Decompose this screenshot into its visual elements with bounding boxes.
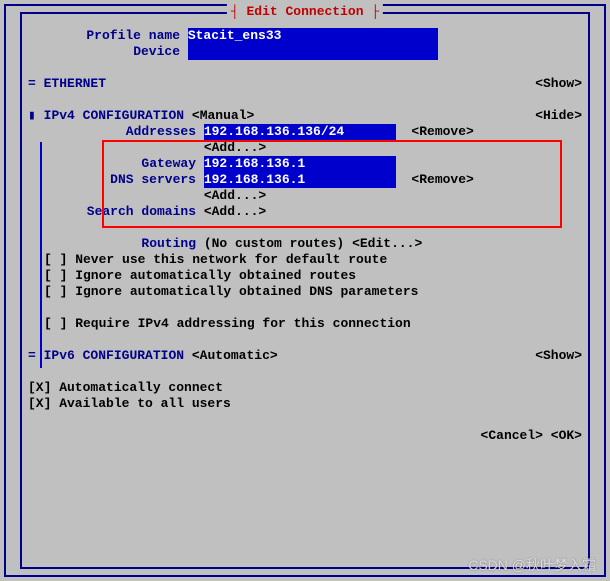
dns-remove[interactable]: <Remove> xyxy=(411,172,473,188)
ipv6-show[interactable]: <Show> xyxy=(535,348,582,364)
ipv4-hide[interactable]: <Hide> xyxy=(535,108,582,124)
cb-require-ipv4[interactable]: [ ] Require IPv4 addressing for this con… xyxy=(44,316,411,332)
gateway-input[interactable]: 192.168.136.1 xyxy=(204,156,396,172)
routing-label: Routing xyxy=(28,236,196,252)
device-label: Device xyxy=(28,44,180,60)
cb-ignore-dns[interactable]: [ ] Ignore automatically obtained DNS pa… xyxy=(44,284,418,300)
ok-button[interactable]: <OK> xyxy=(551,428,582,444)
cancel-button[interactable]: <Cancel> xyxy=(481,428,543,444)
dialog-frame: ┤ Edit Connection ├ Profile name Stacit_… xyxy=(4,4,606,577)
cb-avail-all[interactable]: [X] Available to all users xyxy=(28,396,231,412)
cb-ignore-routes[interactable]: [ ] Ignore automatically obtained routes xyxy=(44,268,356,284)
cb-auto-connect[interactable]: [X] Automatically connect xyxy=(28,380,223,396)
dialog-content: Profile name Stacit_ens33 Device = ETHER… xyxy=(22,14,588,458)
routing-value: (No custom routes) xyxy=(204,236,344,252)
device-input[interactable] xyxy=(188,44,438,60)
dns-label: DNS servers xyxy=(28,172,196,188)
addresses-label: Addresses xyxy=(28,124,196,140)
addresses-remove[interactable]: <Remove> xyxy=(411,124,473,140)
ethernet-show[interactable]: <Show> xyxy=(535,76,582,92)
addresses-add[interactable]: <Add...> xyxy=(204,140,266,156)
ipv4-indent-bar xyxy=(40,142,42,368)
routing-edit[interactable]: <Edit...> xyxy=(352,236,422,252)
profile-name-input[interactable]: Stacit_ens33 xyxy=(188,28,438,44)
search-label: Search domains xyxy=(28,204,196,220)
cb-default-route[interactable]: [ ] Never use this network for default r… xyxy=(44,252,387,268)
addresses-input[interactable]: 192.168.136.136/24 xyxy=(204,124,396,140)
profile-name-label: Profile name xyxy=(28,28,180,44)
search-add[interactable]: <Add...> xyxy=(204,204,266,220)
ipv6-label: IPv6 CONFIGURATION xyxy=(44,348,184,364)
ethernet-marker: = xyxy=(28,76,36,92)
ipv6-mode[interactable]: <Automatic> xyxy=(192,348,278,364)
ipv4-label: IPv4 CONFIGURATION xyxy=(44,108,184,124)
dns-input[interactable]: 192.168.136.1 xyxy=(204,172,396,188)
ethernet-label: ETHERNET xyxy=(44,76,106,92)
gateway-label: Gateway xyxy=(28,156,196,172)
dns-add[interactable]: <Add...> xyxy=(204,188,266,204)
ipv4-mode[interactable]: <Manual> xyxy=(192,108,254,124)
dialog-title: ┤ Edit Connection ├ xyxy=(227,4,383,19)
ipv4-bullet: ▮ xyxy=(28,108,36,124)
dialog-inner: ┤ Edit Connection ├ Profile name Stacit_… xyxy=(20,12,590,569)
watermark: CSDN @秋叶梦入霜 xyxy=(468,555,596,575)
ipv6-marker: = xyxy=(28,348,36,364)
